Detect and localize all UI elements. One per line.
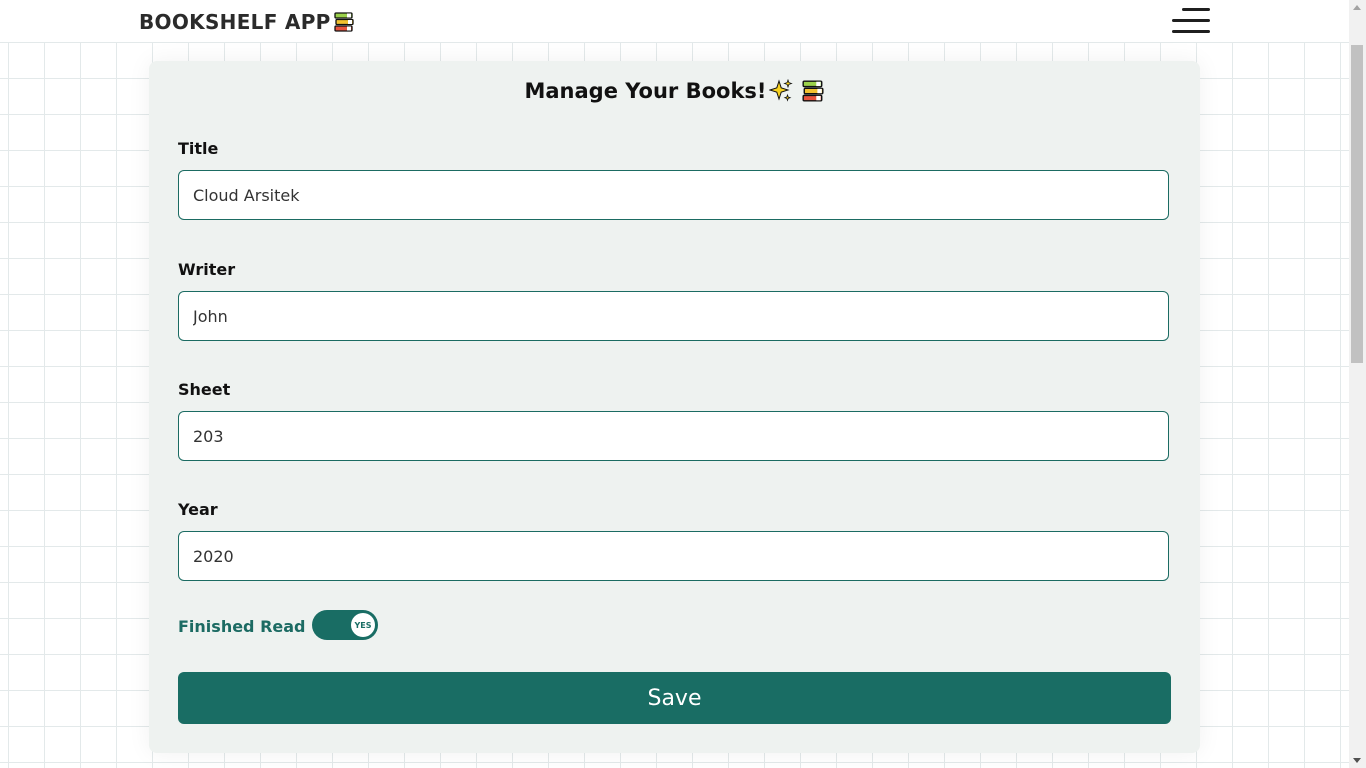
scroll-up-arrow-icon[interactable]: [1353, 5, 1361, 10]
finished-read-toggle[interactable]: YES: [312, 610, 378, 640]
sparkles-icon: [768, 79, 793, 102]
form-heading-text: Manage Your Books!: [524, 79, 767, 103]
books-icon: [801, 80, 824, 102]
writer-input[interactable]: [178, 291, 1169, 341]
vertical-scrollbar[interactable]: [1349, 0, 1366, 768]
toggle-knob: YES: [351, 613, 375, 637]
brand[interactable]: BOOKSHELF APP: [139, 10, 355, 34]
books-icon: [333, 12, 354, 32]
toggle-state-text: YES: [354, 620, 372, 630]
sheet-input[interactable]: [178, 411, 1169, 461]
finished-read-label: Finished Read: [178, 617, 306, 636]
save-button[interactable]: Save: [178, 672, 1171, 724]
scroll-down-arrow-icon[interactable]: [1353, 758, 1361, 763]
writer-label: Writer: [178, 260, 236, 279]
title-label: Title: [178, 139, 219, 158]
hamburger-menu-icon[interactable]: [1170, 6, 1212, 36]
book-form-card: Manage Your Books! Title Writer Sheet Ye…: [149, 61, 1200, 753]
form-heading: Manage Your Books!: [149, 79, 1200, 103]
title-input[interactable]: [178, 170, 1169, 220]
year-input[interactable]: [178, 531, 1169, 581]
top-navbar: BOOKSHELF APP: [0, 0, 1349, 42]
sheet-label: Sheet: [178, 380, 231, 399]
scroll-thumb[interactable]: [1351, 45, 1363, 363]
year-label: Year: [178, 500, 218, 519]
app-title: BOOKSHELF APP: [139, 10, 331, 34]
